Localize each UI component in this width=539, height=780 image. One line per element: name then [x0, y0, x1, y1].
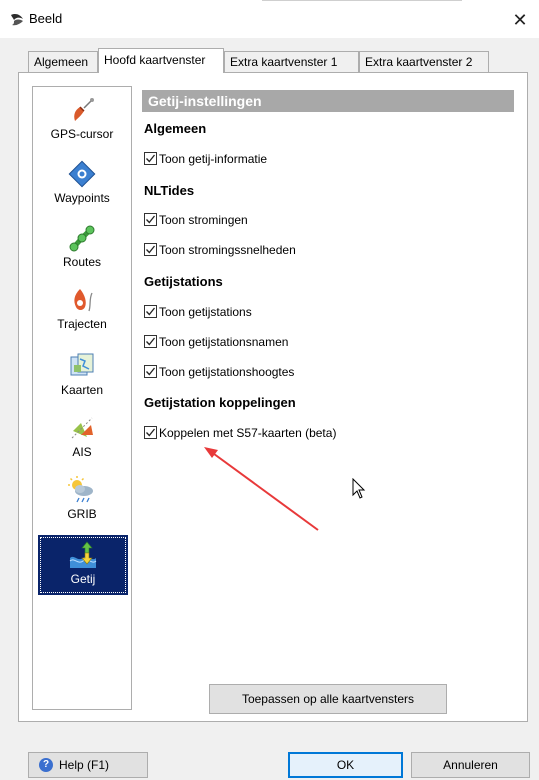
- sidebar-item-label: Getij: [70, 572, 96, 586]
- checkbox-label: Toon stromingssnelheden: [159, 242, 296, 257]
- checkbox-toon-getijstations[interactable]: Toon getijstations: [144, 303, 252, 319]
- sidebar-item-kaarten[interactable]: Kaarten: [33, 351, 131, 397]
- tab-extra-kaartvenster-2[interactable]: Extra kaartvenster 2: [359, 51, 489, 72]
- checkbox-toon-stromingssnelheden[interactable]: Toon stromingssnelheden: [144, 241, 296, 257]
- sidebar-item-waypoints[interactable]: Waypoints: [33, 159, 131, 205]
- divider: [262, 0, 462, 1]
- track-icon: [74, 289, 93, 312]
- checkbox[interactable]: [144, 365, 157, 379]
- ok-button[interactable]: OK: [288, 752, 403, 778]
- tab-hoofd-kaartvenster[interactable]: Hoofd kaartvenster: [98, 48, 224, 73]
- checkbox-label: Toon getij-informatie: [159, 151, 268, 166]
- sidebar-item-getij[interactable]: Getij: [38, 535, 128, 595]
- sidebar-item-ais[interactable]: AIS: [33, 413, 131, 459]
- help-icon: ?: [39, 758, 53, 772]
- mouse-cursor-icon: [352, 478, 366, 499]
- sidebar-item-label: Routes: [62, 255, 102, 269]
- checkbox-label: Toon getijstationshoogtes: [159, 364, 295, 379]
- close-icon: ✕: [512, 10, 528, 30]
- grib-weather-icon: [68, 476, 93, 503]
- checkbox-label: Toon getijstationsnamen: [159, 334, 289, 349]
- checkbox-label: Toon stromingen: [159, 212, 248, 227]
- sidebar-item-label: GPS-cursor: [50, 127, 114, 141]
- checkbox[interactable]: [144, 335, 157, 349]
- checkbox[interactable]: [144, 152, 157, 166]
- title-bar: Beeld ✕: [0, 0, 539, 38]
- group-title-algemeen: Algemeen: [144, 121, 207, 136]
- group-title-nltides: NLTides: [144, 183, 195, 198]
- map-icon: [70, 353, 94, 376]
- waypoint-icon: [68, 160, 96, 188]
- sidebar-item-label: GRIB: [67, 507, 97, 521]
- checkbox-label: Koppelen met S57-kaarten (beta): [159, 425, 337, 440]
- help-button-label: Help (F1): [59, 758, 110, 772]
- tide-icon: [69, 541, 97, 568]
- sidebar-item-label: Kaarten: [60, 383, 104, 397]
- checkbox[interactable]: [144, 426, 157, 440]
- checkbox-koppelen-met-s57-kaarten[interactable]: Koppelen met S57-kaarten (beta): [144, 424, 336, 440]
- gps-cursor-icon: [74, 98, 94, 121]
- section-header: Getij-instellingen: [142, 90, 514, 112]
- checkbox-toon-getij-informatie[interactable]: Toon getij-informatie: [144, 150, 267, 166]
- apply-all-button[interactable]: Toepassen op alle kaartvensters: [209, 684, 447, 714]
- cancel-button[interactable]: Annuleren: [411, 752, 530, 778]
- group-title-getijstations: Getijstations: [144, 274, 223, 289]
- close-button[interactable]: ✕: [504, 6, 536, 34]
- route-icon: [69, 225, 95, 252]
- tab-extra-kaartvenster-1[interactable]: Extra kaartvenster 1: [224, 51, 359, 72]
- checkbox-label: Toon getijstations: [159, 304, 252, 319]
- checkbox[interactable]: [144, 213, 157, 227]
- sidebar-item-gps-cursor[interactable]: GPS-cursor: [33, 95, 131, 141]
- help-button[interactable]: ? Help (F1): [28, 752, 148, 778]
- sidebar-item-label: AIS: [72, 445, 92, 459]
- sidebar-item-grib[interactable]: GRIB: [33, 475, 131, 521]
- checkbox[interactable]: [144, 243, 157, 257]
- checkbox-toon-stromingen[interactable]: Toon stromingen: [144, 211, 248, 227]
- tab-algemeen[interactable]: Algemeen: [28, 51, 98, 72]
- ais-icon: [71, 417, 93, 439]
- sidebar-item-label: Trajecten: [57, 317, 107, 331]
- checkbox-toon-getijstationsnamen[interactable]: Toon getijstationsnamen: [144, 333, 288, 349]
- checkbox-toon-getijstationshoogtes[interactable]: Toon getijstationshoogtes: [144, 363, 294, 379]
- sidebar-item-routes[interactable]: Routes: [33, 223, 131, 269]
- checkbox[interactable]: [144, 305, 157, 319]
- app-icon: [11, 14, 23, 26]
- group-title-getijstation-koppelingen: Getijstation koppelingen: [144, 395, 296, 410]
- category-sidebar: GPS-cursor Waypoints Routes Trajecten Ka…: [32, 86, 132, 710]
- window-title: Beeld: [29, 11, 63, 26]
- sidebar-item-trajecten[interactable]: Trajecten: [33, 285, 131, 331]
- sidebar-item-label: Waypoints: [54, 191, 110, 205]
